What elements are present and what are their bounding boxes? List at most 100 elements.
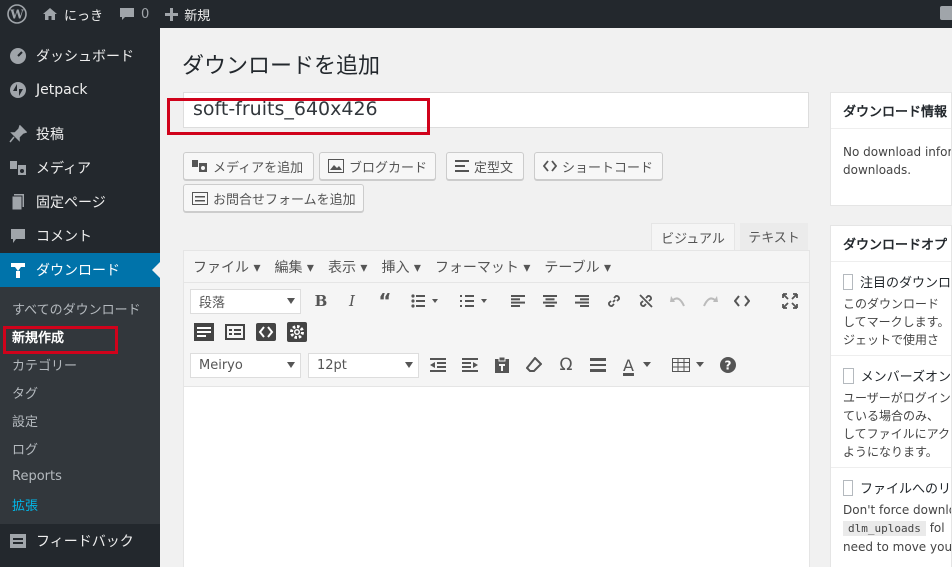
sidebar-item-label: 固定ページ	[36, 195, 106, 211]
members-only-checkbox[interactable]	[843, 367, 854, 384]
site-name-label: にっき	[64, 8, 104, 24]
link-icon[interactable]	[603, 290, 625, 312]
download-info-box: ダウンロード情報 No download infor downloads.	[830, 92, 952, 206]
blog-card-button[interactable]: ブログカード	[319, 152, 436, 180]
menu-insert[interactable]: 挿入 ▾	[381, 257, 420, 277]
comment-bubble-icon	[0, 227, 36, 245]
admin-bar: W にっき 0 新規	[0, 0, 952, 28]
sidebar-item-label: フィードバック	[36, 534, 134, 550]
submenu-tags[interactable]: タグ	[0, 378, 160, 406]
redirect-checkbox[interactable]	[843, 479, 853, 496]
dashboard-gauge-icon	[0, 47, 36, 65]
editor-toolbar: 段落 B I “ Meiryo 12pt Ω A ?	[184, 283, 809, 387]
sidebar-item-downloads[interactable]: ダウンロード	[0, 253, 160, 287]
redo-icon[interactable]	[699, 290, 721, 312]
sidebar-item-label: 投稿	[36, 127, 64, 143]
redirect-desc-line: need to move your	[843, 540, 952, 554]
bold-icon[interactable]: B	[311, 290, 331, 312]
add-media-button[interactable]: メディアを追加	[183, 152, 314, 180]
menu-edit[interactable]: 編集 ▾	[274, 257, 313, 277]
indent-icon[interactable]	[459, 354, 481, 376]
text-lines-icon	[455, 160, 469, 172]
table-icon[interactable]	[668, 354, 708, 376]
menu-table[interactable]: テーブル ▾	[544, 257, 611, 277]
jetpack-icon	[0, 81, 36, 99]
font-family-select[interactable]: Meiryo	[190, 353, 301, 378]
unlink-icon[interactable]	[635, 290, 657, 312]
menu-file[interactable]: ファイル ▾	[193, 257, 260, 277]
undo-icon[interactable]	[667, 290, 689, 312]
add-contact-form-button[interactable]: お問合せフォームを追加	[183, 184, 364, 212]
bullet-list-icon[interactable]	[408, 290, 444, 312]
new-label: 新規	[184, 8, 211, 24]
pages-icon	[0, 193, 36, 211]
pushpin-icon	[0, 125, 36, 143]
blockquote-icon[interactable]: “	[373, 289, 397, 313]
sidebar-item-feedback[interactable]: フィードバック	[0, 524, 160, 558]
align-right-icon[interactable]	[571, 290, 593, 312]
sidebar-item-jetpack[interactable]: Jetpack	[0, 73, 160, 107]
sidebar-item-media[interactable]: メディア	[0, 151, 160, 185]
featured-label: 注目のダウンロ	[859, 276, 951, 291]
format-select[interactable]: 段落	[190, 289, 301, 314]
sidebar-item-dashboard[interactable]: ダッシュボード	[0, 39, 160, 73]
editor-content-area[interactable]	[184, 387, 809, 567]
featured-checkbox[interactable]	[843, 273, 853, 290]
account-avatar-icon[interactable]	[940, 6, 952, 20]
download-info-title[interactable]: ダウンロード情報	[831, 93, 951, 129]
sidebar-item-posts[interactable]: 投稿	[0, 117, 160, 151]
redirect-option[interactable]: ファイルへのリ	[843, 478, 951, 497]
omega-icon[interactable]: Ω	[555, 354, 577, 376]
numbered-list-icon[interactable]	[457, 290, 493, 312]
submenu-logs[interactable]: ログ	[0, 434, 160, 462]
text-color-icon[interactable]: A	[617, 354, 657, 376]
comment-count: 0	[141, 6, 150, 22]
font-family-value: Meiryo	[199, 358, 243, 373]
submenu-categories[interactable]: カテゴリー	[0, 350, 160, 378]
horizontal-rule-icon[interactable]	[587, 354, 609, 376]
sidebar-item-label: Jetpack	[36, 82, 88, 98]
home-icon	[42, 7, 58, 21]
featured-desc-line: してマークします。	[843, 315, 950, 329]
submenu-extensions[interactable]: 拡張	[0, 490, 160, 518]
members-desc-line: してファイルにアク	[843, 427, 951, 441]
text-color-letter: A	[623, 355, 634, 375]
highlight-box-add-new	[3, 326, 118, 354]
menu-format[interactable]: フォーマット ▾	[435, 257, 530, 277]
download-options-title[interactable]: ダウンロードオプ	[831, 226, 951, 262]
wordpress-logo-icon[interactable]: W	[0, 0, 34, 28]
comments-link[interactable]: 0	[111, 0, 157, 28]
toolbar-toggle-icon[interactable]	[193, 321, 215, 343]
submenu-settings[interactable]: 設定	[0, 406, 160, 434]
featured-option[interactable]: 注目のダウンロ	[843, 272, 951, 291]
featured-desc-line: このダウンロード	[843, 297, 940, 311]
sidebar-item-comments[interactable]: コメント	[0, 219, 160, 253]
menu-view[interactable]: 表示 ▾	[328, 257, 367, 277]
members-only-option[interactable]: メンバーズオン	[843, 366, 951, 385]
tab-visual[interactable]: ビジュアル	[651, 223, 735, 250]
new-content-link[interactable]: 新規	[157, 0, 218, 28]
rich-text-editor: ファイル ▾ 編集 ▾ 表示 ▾ 挿入 ▾ フォーマット ▾ テーブル ▾ 段落…	[183, 250, 810, 567]
html-block-icon[interactable]	[255, 321, 277, 343]
outdent-icon[interactable]	[427, 354, 449, 376]
submenu-all-downloads[interactable]: すべてのダウンロード	[0, 294, 160, 322]
submenu-reports[interactable]: Reports	[0, 462, 160, 490]
site-name-link[interactable]: にっき	[34, 0, 111, 28]
highlight-box-title	[167, 98, 430, 135]
template-button[interactable]: 定型文	[446, 152, 524, 180]
eraser-icon[interactable]	[523, 354, 545, 376]
align-left-icon[interactable]	[507, 290, 529, 312]
help-icon[interactable]: ?	[717, 354, 739, 376]
fullscreen-icon[interactable]	[779, 290, 801, 312]
settings-gear-icon[interactable]	[286, 321, 308, 343]
italic-icon[interactable]: I	[342, 290, 362, 312]
tab-text[interactable]: テキスト	[740, 223, 808, 250]
font-size-select[interactable]: 12pt	[308, 353, 419, 378]
form-block-icon[interactable]	[224, 321, 246, 343]
sidebar-item-label: コメント	[36, 229, 92, 245]
shortcode-button[interactable]: ショートコード	[534, 152, 663, 180]
align-center-icon[interactable]	[539, 290, 561, 312]
sidebar-item-pages[interactable]: 固定ページ	[0, 185, 160, 219]
code-icon[interactable]	[731, 290, 753, 312]
paste-text-icon[interactable]	[491, 354, 513, 376]
